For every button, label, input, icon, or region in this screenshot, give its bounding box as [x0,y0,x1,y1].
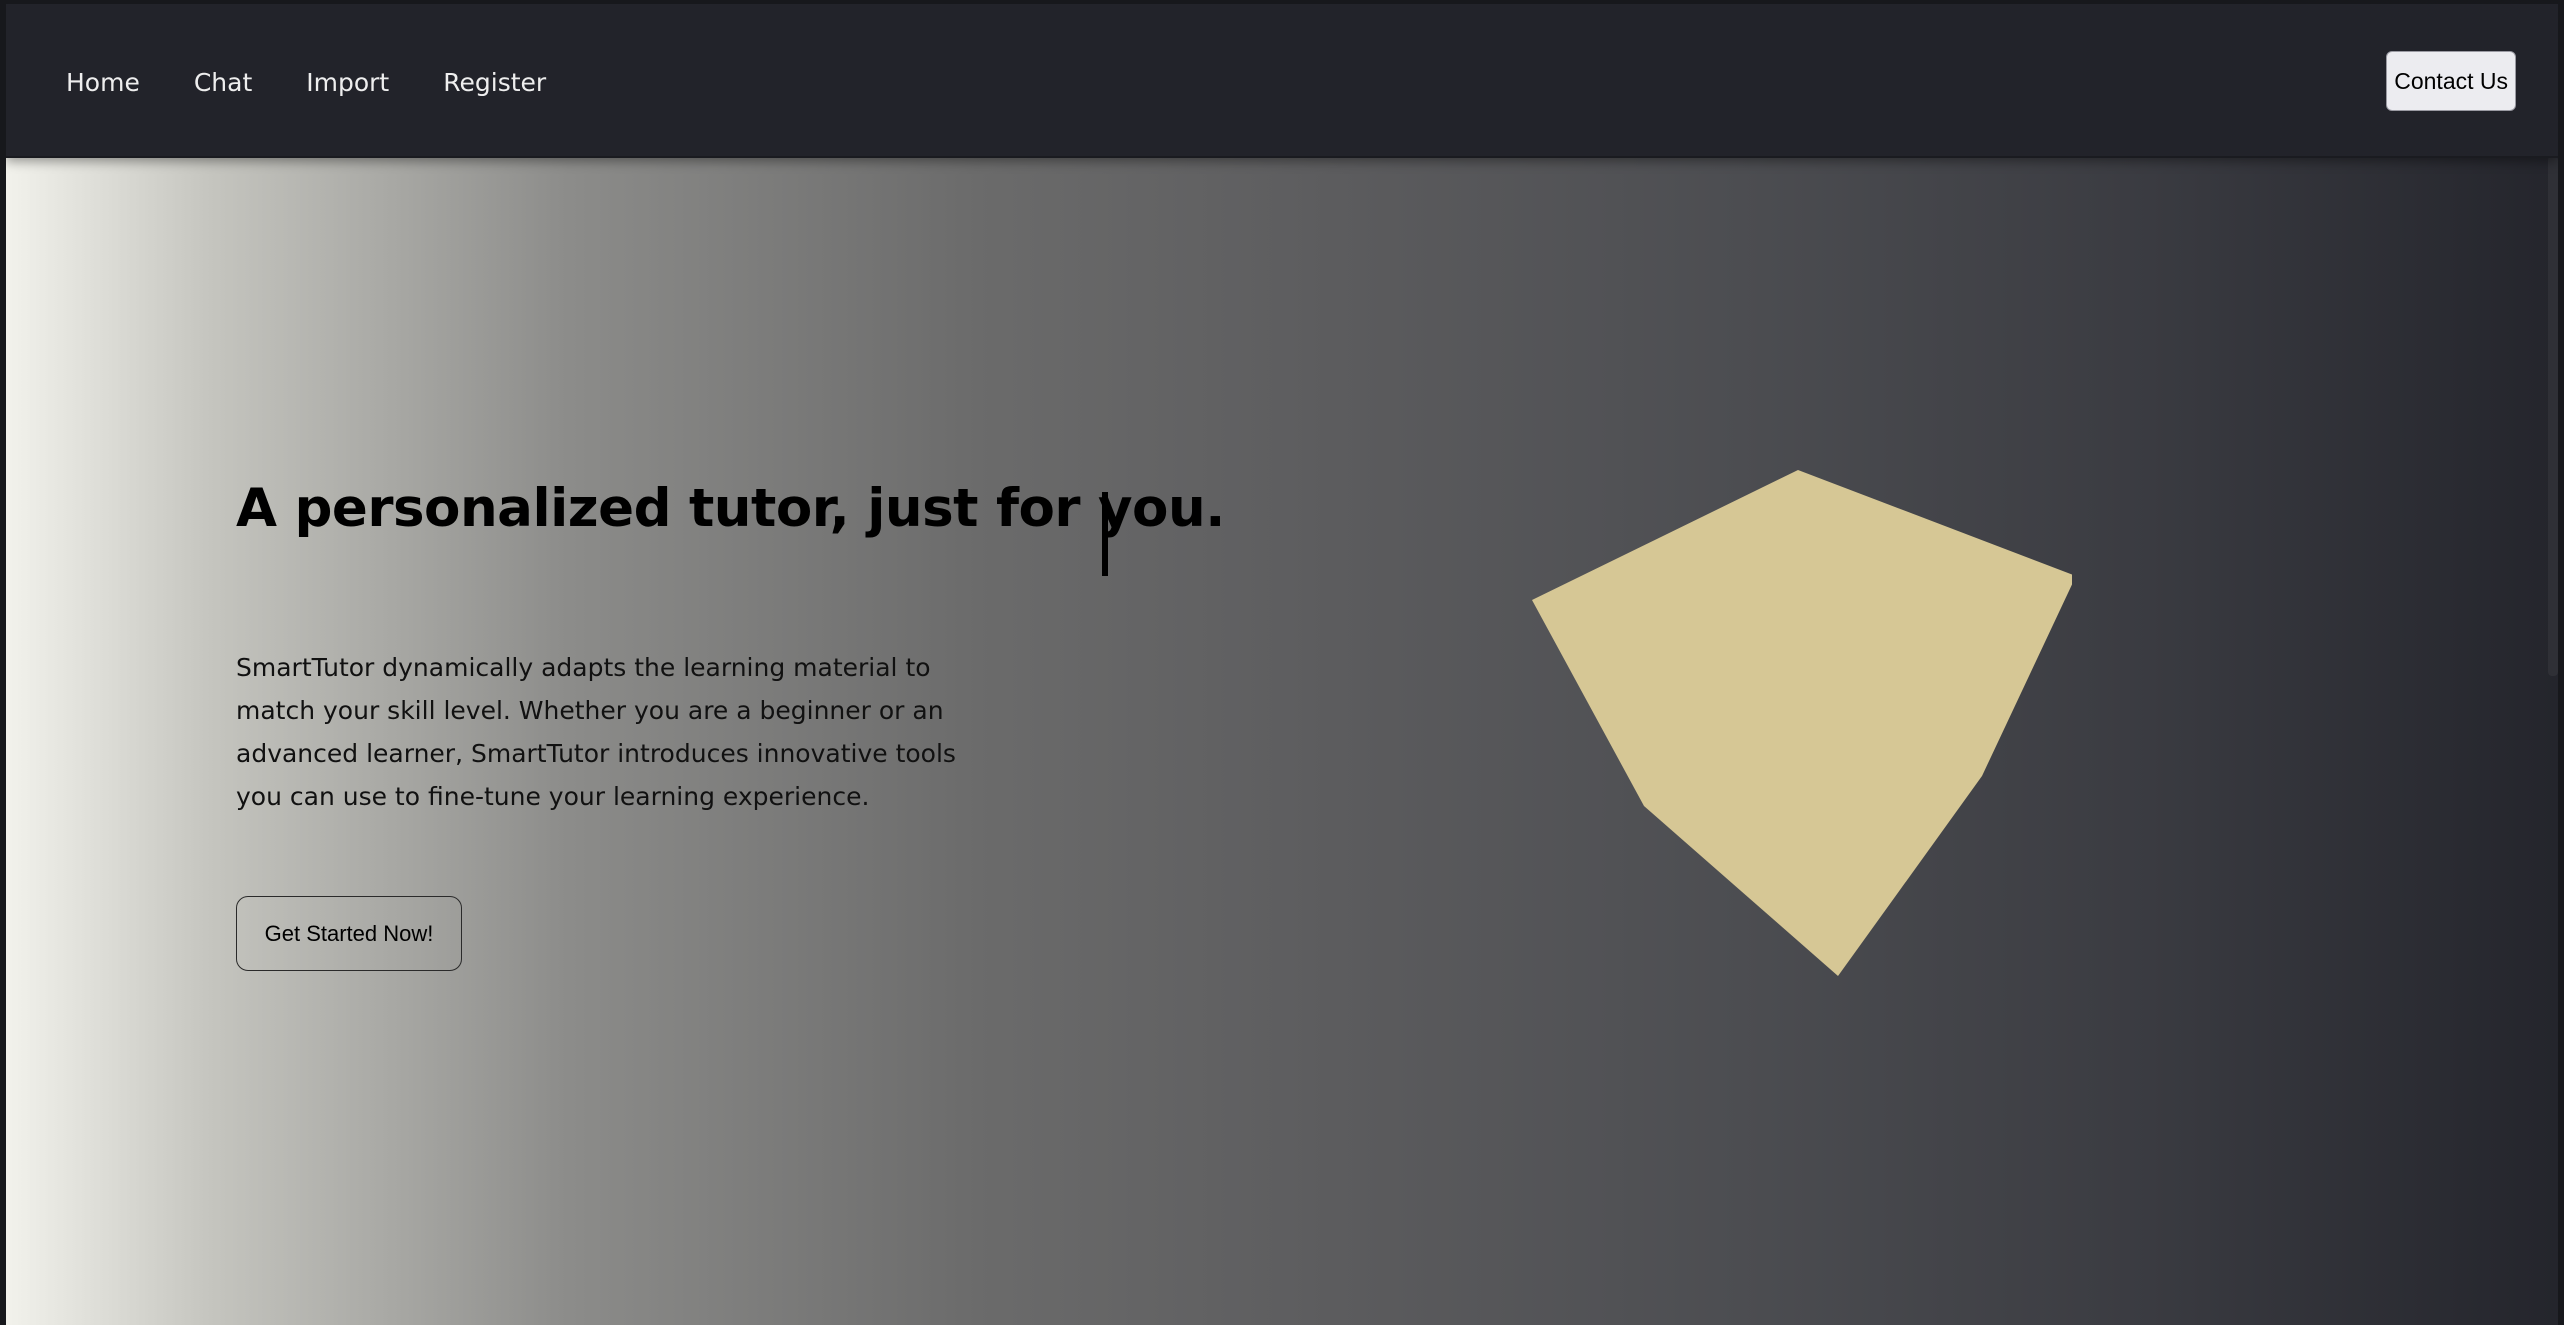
browser-viewport: Home Chat Import Register Contact Us A p… [6,4,2558,1325]
nav-import-link[interactable]: Import [306,64,389,102]
hero-description: SmartTutor dynamically adapts the learni… [236,653,956,811]
hero-title: A personalized tutor, just for you. [236,478,1225,539]
nav-chat-link[interactable]: Chat [194,64,252,102]
top-navbar: Home Chat Import Register Contact Us [6,4,2558,158]
hero-section: A personalized tutor, just for you. Smar… [6,156,2558,1325]
nav-register-link[interactable]: Register [443,64,546,102]
hero-polygon-shape [1532,470,2072,976]
polygon-shape-icon [1532,470,2072,976]
page-scrollbar[interactable] [2548,156,2558,676]
nav-links: Home Chat Import Register [66,64,546,102]
nav-home-link[interactable]: Home [66,64,140,102]
typing-cursor-icon [1102,492,1108,576]
contact-us-button[interactable]: Contact Us [2386,51,2516,111]
get-started-button[interactable]: Get Started Now! [236,896,462,971]
